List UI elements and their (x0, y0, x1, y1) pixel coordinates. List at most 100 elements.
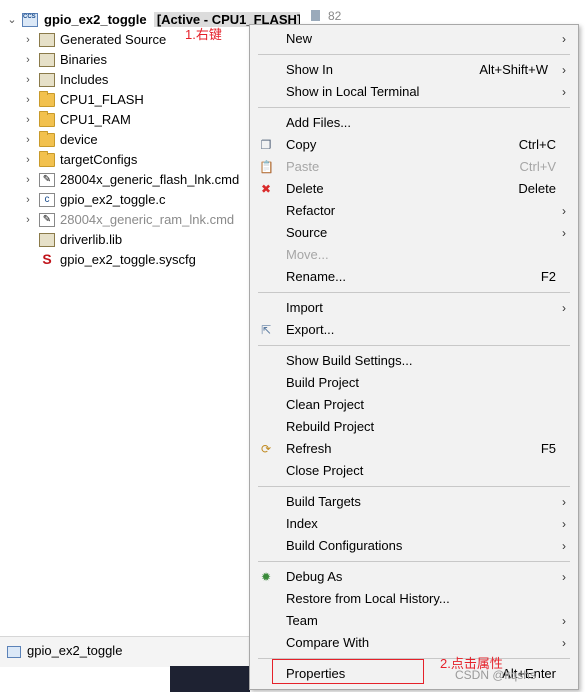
menu-item-refactor[interactable]: Refactor › (250, 200, 578, 222)
menu-item-copy[interactable]: ❐ Copy Ctrl+C (250, 134, 578, 156)
menu-item-label: Copy (286, 137, 317, 152)
submenu-arrow-icon: › (562, 226, 566, 240)
linker-file-icon: ✎ (39, 213, 55, 227)
menu-item-label: Restore from Local History... (286, 591, 450, 606)
menu-separator (258, 292, 570, 293)
submenu-arrow-icon: › (562, 32, 566, 46)
menu-item-new[interactable]: New › (250, 28, 578, 50)
project-name: gpio_ex2_toggle (44, 12, 147, 27)
submenu-arrow-icon: › (562, 63, 566, 77)
menu-item-paste: 📋 Paste Ctrl+V (250, 156, 578, 178)
menu-item-refresh[interactable]: ⟳ Refresh F5 (250, 438, 578, 460)
chevron-right-icon[interactable]: › (22, 110, 34, 130)
menu-item-show-in[interactable]: Show In Alt+Shift+W › (250, 59, 578, 81)
submenu-arrow-icon: › (562, 204, 566, 218)
tree-item-label: Includes (60, 72, 109, 87)
tree-item-label: 28004x_generic_ram_lnk.cmd (60, 212, 235, 227)
tree-item-label: device (60, 132, 98, 147)
menu-item-shortcut: Ctrl+V (519, 159, 556, 174)
tree-item-label: Generated Source (60, 32, 167, 47)
menu-item-label: Debug As (286, 569, 343, 584)
menu-item-label: Build Configurations (286, 538, 403, 553)
properties-highlight-box (272, 659, 424, 684)
menu-item-label: Team (286, 613, 318, 628)
menu-item-clean-project[interactable]: Clean Project (250, 394, 578, 416)
submenu-arrow-icon: › (562, 85, 566, 99)
chevron-right-icon[interactable]: › (22, 50, 34, 70)
chevron-right-icon[interactable]: › (22, 190, 34, 210)
menu-item-team[interactable]: Team › (250, 610, 578, 632)
menu-item-show-in-local-terminal[interactable]: Show in Local Terminal › (250, 81, 578, 103)
menu-item-build-configurations[interactable]: Build Configurations › (250, 535, 578, 557)
submenu-arrow-icon: › (562, 636, 566, 650)
submenu-arrow-icon: › (562, 539, 566, 553)
tree-item-label: CPU1_FLASH (60, 92, 144, 107)
menu-item-label: Build Project (286, 375, 359, 390)
menu-item-export[interactable]: ⇱ Export... (250, 319, 578, 341)
submenu-arrow-icon: › (562, 495, 566, 509)
context-menu: New › Show In Alt+Shift+W › Show in Local Ter… (249, 24, 579, 690)
c-file-icon: c (39, 193, 55, 207)
chevron-right-icon[interactable]: › (22, 210, 34, 230)
menu-item-close-project[interactable]: Close Project (250, 460, 578, 482)
chevron-right-icon[interactable]: › (22, 90, 34, 110)
chevron-right-icon[interactable]: › (22, 30, 34, 50)
menu-item-rename[interactable]: Rename... F2 (250, 266, 578, 288)
editor-marker-icon (311, 10, 320, 21)
menu-separator (258, 486, 570, 487)
status-bar: gpio_ex2_toggle (0, 636, 250, 667)
menu-item-label: Add Files... (286, 115, 352, 130)
annotation-right-click: 1.右键 (185, 27, 222, 42)
submenu-arrow-icon: › (562, 517, 566, 531)
chevron-right-icon[interactable]: › (22, 150, 34, 170)
menu-separator (258, 107, 570, 108)
chevron-right-icon[interactable]: › (22, 70, 34, 90)
tree-item-label: driverlib.lib (60, 232, 123, 247)
menu-item-delete[interactable]: ✖ Delete Delete (250, 178, 578, 200)
syscfg-icon: S (42, 251, 52, 267)
menu-item-label: Refresh (286, 441, 332, 456)
ccs-project-icon (7, 646, 21, 658)
folder-icon (39, 91, 55, 107)
menu-separator (258, 345, 570, 346)
menu-item-compare-with[interactable]: Compare With › (250, 632, 578, 654)
refresh-icon: ⟳ (260, 442, 272, 456)
paste-icon: 📋 (259, 160, 274, 174)
menu-item-build-targets[interactable]: Build Targets › (250, 491, 578, 513)
menu-item-label: Rebuild Project (286, 419, 375, 434)
folder-icon (39, 151, 55, 167)
menu-item-index[interactable]: Index › (250, 513, 578, 535)
menu-item-move: Move... (250, 244, 578, 266)
submenu-arrow-icon: › (562, 301, 566, 315)
linker-file-icon: ✎ (39, 173, 55, 187)
menu-item-label: Close Project (286, 463, 364, 478)
menu-item-label: Paste (286, 159, 320, 174)
menu-item-rebuild-project[interactable]: Rebuild Project (250, 416, 578, 438)
menu-item-debug-as[interactable]: ✹ Debug As › (250, 566, 578, 588)
status-project-label: gpio_ex2_toggle (27, 643, 123, 658)
debug-icon: ✹ (260, 570, 272, 584)
tree-item-label: gpio_ex2_toggle.c (60, 192, 166, 207)
menu-separator (258, 54, 570, 55)
chevron-right-icon[interactable]: › (22, 170, 34, 190)
tree-item-label: targetConfigs (60, 152, 138, 167)
menu-item-restore-from-local-history[interactable]: Restore from Local History... (250, 588, 578, 610)
menu-item-build-project[interactable]: Build Project (250, 372, 578, 394)
chevron-right-icon[interactable]: › (22, 130, 34, 150)
menu-item-source[interactable]: Source › (250, 222, 578, 244)
taskbar-strip (170, 666, 250, 692)
tree-item-label: gpio_ex2_toggle.syscfg (60, 252, 196, 267)
menu-item-label: Rename... (286, 269, 346, 284)
menu-item-show-build-settings[interactable]: Show Build Settings... (250, 350, 578, 372)
line-number: 82 (328, 9, 342, 23)
menu-item-add-files[interactable]: Add Files... (250, 112, 578, 134)
menu-item-label: Clean Project (286, 397, 365, 412)
delete-icon: ✖ (260, 182, 272, 196)
menu-item-label: Build Targets (286, 494, 361, 509)
folder-icon (39, 131, 55, 147)
menu-item-shortcut: F2 (540, 269, 556, 284)
menu-item-import[interactable]: Import › (250, 297, 578, 319)
menu-item-label: Export... (286, 322, 335, 337)
generated-source-icon (39, 33, 55, 47)
chevron-down-icon[interactable]: ⌄ (6, 10, 18, 30)
